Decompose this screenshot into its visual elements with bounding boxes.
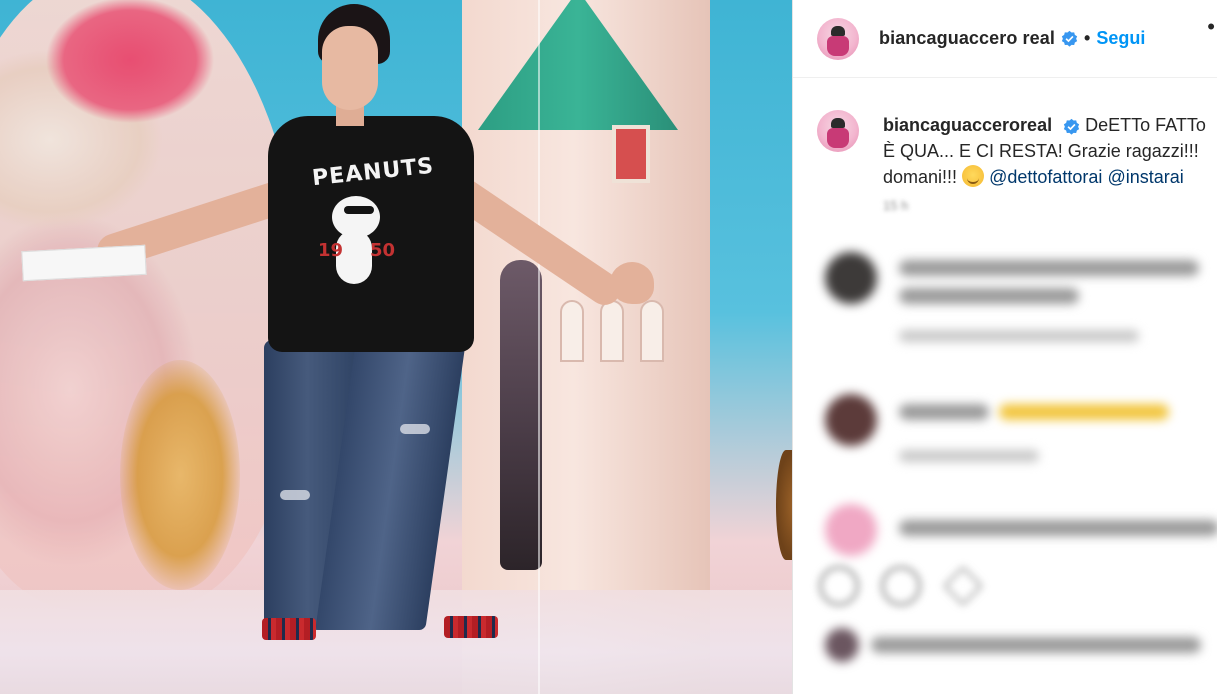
- plaid-cuff: [444, 616, 498, 638]
- author-username[interactable]: biancaguaccero real: [879, 28, 1055, 49]
- commenter-avatar: [825, 252, 877, 304]
- comment-text-blurred: [899, 260, 1199, 276]
- caption-username[interactable]: biancaguacceroreal: [883, 115, 1052, 135]
- presenter-figure: PEANUTS 19 50: [0, 0, 792, 694]
- cue-card: [21, 244, 147, 282]
- header-separator: •: [1084, 28, 1091, 48]
- share-icon[interactable]: [943, 566, 983, 606]
- like-icon[interactable]: [819, 566, 859, 606]
- caption-line-3: domani!!!: [883, 167, 958, 187]
- verified-badge-icon: [1063, 118, 1080, 135]
- comment-item: [825, 504, 1217, 556]
- caption-author-avatar[interactable]: [817, 110, 859, 152]
- comment-meta-blurred: [899, 450, 1039, 462]
- follow-button[interactable]: Segui: [1096, 28, 1145, 49]
- liked-by-text-blurred: [871, 637, 1201, 653]
- post-photo[interactable]: PEANUTS 19 50: [0, 0, 792, 694]
- instagram-post-view: PEANUTS 19 50 biancaguaccero real • Segu…: [0, 0, 1217, 694]
- comment-meta-blurred: [899, 330, 1139, 342]
- commenter-avatar: [825, 394, 877, 446]
- verified-badge-icon: [1061, 30, 1078, 47]
- jeans-rip: [280, 490, 310, 500]
- caption-text: biancaguacceroreal DeETTo FATTo È QUA...…: [883, 112, 1206, 190]
- post-header: biancaguaccero real • Segui •: [793, 0, 1217, 78]
- post-timestamp: 15 h: [883, 198, 909, 213]
- post-actions: [819, 566, 983, 606]
- post-sidebar: biancaguaccero real • Segui • biancaguac…: [792, 0, 1217, 694]
- mention-link[interactable]: @instarai: [1107, 167, 1183, 187]
- mention-link[interactable]: @dettofattorai: [989, 167, 1102, 187]
- plaid-cuff: [262, 618, 316, 640]
- next-photo-peek: [776, 450, 792, 560]
- comment-icon[interactable]: [881, 566, 921, 606]
- liked-by-row: [825, 628, 1201, 662]
- more-options-icon[interactable]: •: [1207, 14, 1217, 40]
- caption-line-2: È QUA... E CI RESTA! Grazie ragazzi!!!: [883, 141, 1199, 161]
- comment-text-blurred: [899, 288, 1079, 304]
- comment-emoji-blurred: [999, 404, 1169, 420]
- shirt-year-right: 50: [370, 240, 396, 261]
- comment-item: [825, 394, 1169, 462]
- black-tshirt: [268, 116, 474, 352]
- commenter-avatar: [825, 504, 877, 556]
- jeans-rip: [400, 424, 430, 434]
- comment-item: [825, 252, 1199, 342]
- shirt-year-left: 19: [318, 240, 344, 261]
- right-hand: [610, 262, 654, 304]
- comment-text-blurred: [899, 520, 1217, 536]
- post-caption: biancaguacceroreal DeETTo FATTo È QUA...…: [793, 78, 1217, 224]
- smile-emoji-icon: [962, 165, 985, 187]
- author-avatar[interactable]: [817, 17, 859, 60]
- liker-avatar: [825, 628, 859, 662]
- caption-line-1: DeETTo FATTo: [1085, 115, 1206, 135]
- comment-text-blurred: [899, 404, 989, 420]
- snoopy-print-glasses: [344, 206, 374, 214]
- face: [322, 26, 378, 110]
